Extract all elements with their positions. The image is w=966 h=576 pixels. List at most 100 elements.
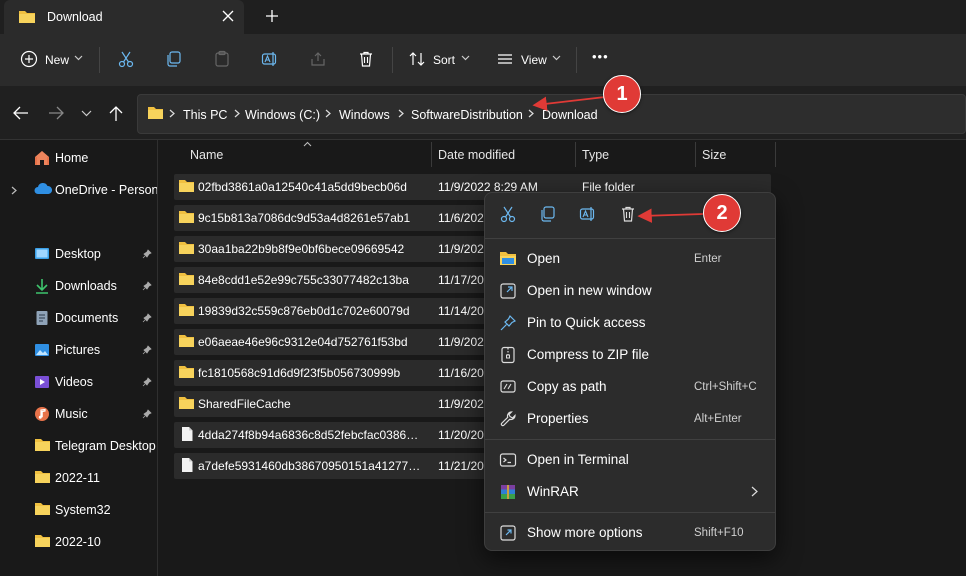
chevron-right-icon xyxy=(325,109,331,118)
breadcrumb-windows-c[interactable]: Windows (C:) xyxy=(245,108,320,122)
chevron-right-icon xyxy=(751,486,758,497)
pin-icon xyxy=(499,314,517,332)
sidebar-item-home[interactable]: Home xyxy=(0,143,157,173)
sort-button[interactable]: Sort xyxy=(433,53,455,67)
pin-icon xyxy=(142,249,152,259)
menu-item-winrar[interactable]: WinRAR xyxy=(489,477,771,507)
address-bar[interactable]: This PC Windows (C:) Windows SoftwareDis… xyxy=(137,94,966,134)
sidebar-item-label: Telegram Desktop xyxy=(55,439,156,453)
folder-icon xyxy=(178,365,195,379)
downloads-icon xyxy=(34,278,50,294)
winrar-icon xyxy=(499,483,517,501)
sidebar-item-2022-10[interactable]: 2022-10 xyxy=(0,527,157,557)
tab-download[interactable]: Download xyxy=(4,0,244,34)
column-divider[interactable] xyxy=(431,142,432,167)
menu-item-open[interactable]: Open Enter xyxy=(489,244,771,274)
chevron-right-icon xyxy=(528,109,534,118)
sidebar-item-label: Desktop xyxy=(55,247,101,261)
cut-icon[interactable] xyxy=(117,50,135,68)
menu-item-open-in-terminal[interactable]: Open in Terminal xyxy=(489,445,771,475)
back-arrow-icon[interactable] xyxy=(13,106,29,120)
sidebar-item-label: 2022-10 xyxy=(55,535,101,549)
menu-item-properties[interactable]: Properties Alt+Enter xyxy=(489,404,771,434)
chevron-down-icon xyxy=(552,55,561,61)
new-icon[interactable] xyxy=(20,50,38,68)
delete-icon[interactable] xyxy=(619,205,637,223)
forward-arrow-icon[interactable] xyxy=(48,106,64,120)
file-icon xyxy=(180,457,194,473)
sidebar-item-onedrive[interactable]: OneDrive - Persona xyxy=(0,175,157,205)
file-name: e06aeae46e96c9312e04d752761f53bd xyxy=(198,335,408,349)
sidebar-item-music[interactable]: Music xyxy=(0,399,157,429)
sidebar-item-documents[interactable]: Documents xyxy=(0,303,157,333)
annotation-badge-2: 2 xyxy=(703,194,741,232)
close-tab-icon[interactable] xyxy=(221,9,235,23)
file-icon xyxy=(180,426,194,442)
column-header-size[interactable]: Size xyxy=(702,148,726,162)
rename-icon[interactable] xyxy=(579,205,597,223)
sidebar-item-pictures[interactable]: Pictures xyxy=(0,335,157,365)
column-header-type[interactable]: Type xyxy=(582,148,609,162)
view-button[interactable]: View xyxy=(521,53,547,67)
rename-icon[interactable] xyxy=(261,50,279,68)
paste-icon[interactable] xyxy=(213,50,231,68)
breadcrumb-windows[interactable]: Windows xyxy=(339,108,390,122)
new-button[interactable]: New xyxy=(45,53,69,67)
sidebar-item-label: Home xyxy=(55,151,89,165)
toolbar-divider xyxy=(99,47,100,73)
menu-item-label: Open in Terminal xyxy=(527,452,629,467)
menu-item-pin-to-quick-access[interactable]: Pin to Quick access xyxy=(489,308,771,338)
column-divider[interactable] xyxy=(775,142,776,167)
sidebar-item-label: 2022-11 xyxy=(55,471,100,485)
sort-ascending-icon xyxy=(303,141,312,147)
breadcrumb-download[interactable]: Download xyxy=(542,108,598,122)
share-icon[interactable] xyxy=(309,50,327,68)
breadcrumb-this-pc[interactable]: This PC xyxy=(183,108,227,122)
zip-icon xyxy=(499,346,517,364)
sidebar-item-desktop[interactable]: Desktop xyxy=(0,239,157,269)
column-divider[interactable] xyxy=(575,142,576,167)
sort-icon[interactable] xyxy=(408,50,426,68)
menu-item-show-more-options[interactable]: Show more options Shift+F10 xyxy=(489,518,771,548)
home-icon xyxy=(34,150,50,166)
column-divider[interactable] xyxy=(695,142,696,167)
column-header-date-modified[interactable]: Date modified xyxy=(438,148,515,162)
file-name: 30aa1ba22b9b8f9e0bf6bece09669542 xyxy=(198,242,405,256)
pin-icon xyxy=(142,377,152,387)
sidebar-item-telegram-desktop[interactable]: Telegram Desktop xyxy=(0,431,157,461)
folder-icon xyxy=(18,9,36,24)
file-date-modified: 11/16/20 xyxy=(438,366,484,380)
menu-item-shortcut: Enter xyxy=(694,253,722,265)
sidebar-item-system32[interactable]: System32 xyxy=(0,495,157,525)
sidebar-item-downloads[interactable]: Downloads xyxy=(0,271,157,301)
copy-icon[interactable] xyxy=(539,205,557,223)
folder-icon xyxy=(178,334,195,348)
folder-icon xyxy=(34,470,51,484)
sidebar-item-label: Documents xyxy=(55,311,119,325)
folder-icon xyxy=(178,241,195,255)
file-name: SharedFileCache xyxy=(198,397,291,411)
column-header-name[interactable]: Name xyxy=(190,148,223,162)
more-options-button[interactable]: ••• xyxy=(592,49,609,64)
cut-icon[interactable] xyxy=(499,205,517,223)
new-tab-icon[interactable] xyxy=(265,9,279,23)
recent-locations-chevron-icon[interactable] xyxy=(81,110,92,117)
copy-icon[interactable] xyxy=(165,50,183,68)
sidebar-item-videos[interactable]: Videos xyxy=(0,367,157,397)
breadcrumb-softwaredistribution[interactable]: SoftwareDistribution xyxy=(411,108,523,122)
chevron-right-icon[interactable] xyxy=(11,186,17,195)
copy-path-icon xyxy=(499,378,517,396)
menu-item-copy-as-path[interactable]: Copy as path Ctrl+Shift+C xyxy=(489,372,771,402)
menu-item-open-in-new-window[interactable]: Open in new window xyxy=(489,276,771,306)
sidebar-item-2022-11[interactable]: 2022-11 xyxy=(0,463,157,493)
folder-icon xyxy=(147,106,164,120)
up-arrow-icon[interactable] xyxy=(109,106,123,122)
menu-item-compress-to-zip[interactable]: Compress to ZIP file xyxy=(489,340,771,370)
delete-icon[interactable] xyxy=(357,50,375,68)
file-date-modified: 11/14/20 xyxy=(438,304,484,318)
open-icon xyxy=(499,250,517,266)
folder-icon xyxy=(34,438,51,452)
folder-icon xyxy=(34,502,51,516)
toolbar-divider xyxy=(392,47,393,73)
view-icon[interactable] xyxy=(496,50,514,68)
